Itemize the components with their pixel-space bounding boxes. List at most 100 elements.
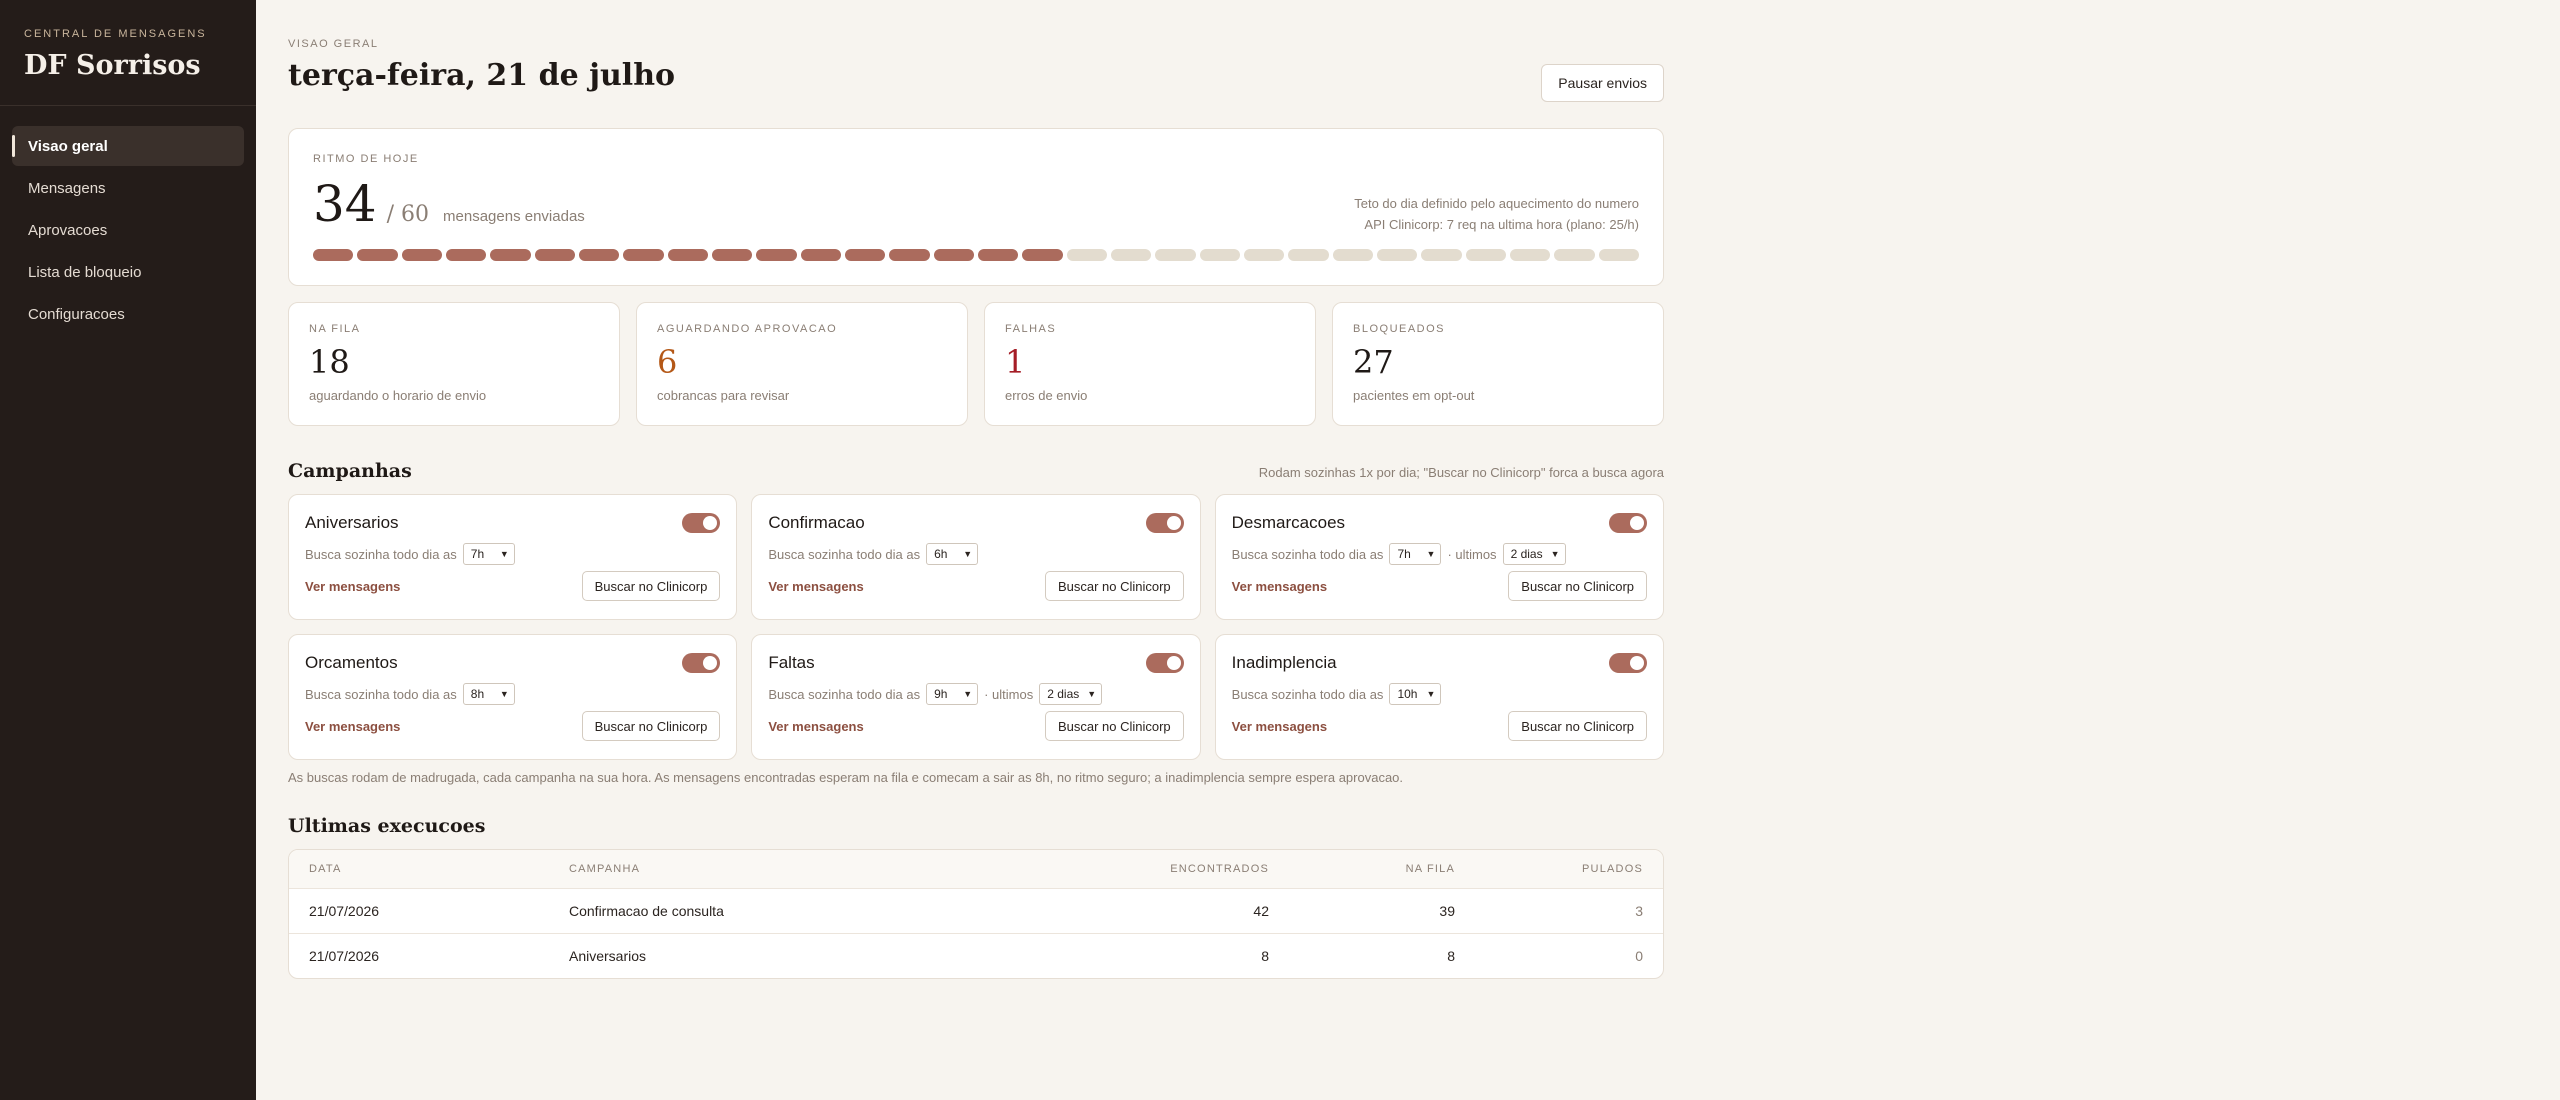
chevron-down-icon: ▼ [499, 549, 509, 559]
campaigns-footnote: As buscas rodam de madrugada, cada campa… [288, 770, 1404, 785]
fetch-clinicorp-button[interactable]: Buscar no Clinicorp [1508, 571, 1647, 601]
runs-title: Ultimas execucoes [288, 815, 486, 837]
campaign-enabled-toggle[interactable] [1145, 513, 1184, 533]
campaign-card-aniversarios: Aniversarios Busca sozinha todo dia as 7h ▼… [288, 494, 738, 620]
sidebar-item-aprovacoes[interactable]: Aprovacoes [12, 210, 244, 250]
stat-sub: pacientes em opt-out [1353, 388, 1475, 404]
cell-date: 21/07/2026 [309, 948, 380, 964]
column-header-queued: NA FILA [1405, 863, 1455, 875]
stat-card-blocked: BLOQUEADOS 27 pacientes em opt-out [1332, 302, 1664, 426]
pace-segment [623, 249, 664, 261]
campaign-actions: Ver mensagens Buscar no Clinicorp [305, 711, 721, 741]
campaign-schedule: Busca sozinha todo dia as 9h ▼ · ultimos 2 d… [768, 683, 1183, 705]
campaign-enabled-toggle[interactable] [1609, 513, 1647, 533]
schedule-label: Busca sozinha todo dia as [768, 686, 921, 702]
pace-segment [844, 249, 886, 261]
stat-sub: erros de envio [1005, 388, 1088, 404]
stat-label: NA FILA [309, 323, 361, 335]
campaign-enabled-toggle[interactable] [1609, 653, 1647, 673]
brand-kicker: CENTRAL DE MENSAGENS [24, 28, 207, 40]
campaign-actions: Ver mensagens Buscar no Clinicorp [305, 571, 721, 601]
fetch-clinicorp-button[interactable]: Buscar no Clinicorp [1508, 711, 1647, 741]
pace-segment [313, 249, 354, 261]
table-header: DATA CAMPANHA ENCONTRADOS NA FILA PULADO… [289, 850, 1663, 888]
pace-segment [401, 249, 442, 261]
fetch-clinicorp-button[interactable]: Buscar no Clinicorp [581, 571, 721, 601]
page-header: VISAO GERAL terça-feira, 21 de julho Pau… [288, 0, 1664, 128]
hour-select[interactable]: 7h ▼ [462, 543, 515, 565]
chevron-down-icon: ▼ [1087, 689, 1097, 699]
brand-block: CENTRAL DE MENSAGENS DF Sorrisos [0, 0, 256, 106]
pace-kicker: RITMO DE HOJE [313, 153, 419, 165]
pace-segment [711, 249, 753, 261]
days-select[interactable]: 2 dias ▼ [1039, 683, 1103, 705]
campaign-schedule: Busca sozinha todo dia as 6h ▼ [768, 543, 1183, 565]
stat-sub: aguardando o horario de envio [309, 388, 487, 404]
hour-select-value: 9h [934, 687, 948, 701]
stat-label: BLOQUEADOS [1353, 323, 1446, 335]
view-messages-link[interactable]: Ver mensagens [768, 579, 863, 594]
campaign-name: Aniversarios [305, 513, 399, 532]
campaign-card-inadimplencia: Inadimplencia Busca sozinha todo dia as 10… [1214, 634, 1664, 760]
pace-sent-count: 34 [313, 175, 377, 233]
view-messages-link[interactable]: Ver mensagens [1232, 719, 1327, 734]
view-messages-link[interactable]: Ver mensagens [768, 719, 863, 734]
view-messages-link[interactable]: Ver mensagens [305, 579, 400, 594]
pace-segment [800, 249, 841, 261]
view-messages-link[interactable]: Ver mensagens [1232, 579, 1327, 594]
days-select[interactable]: 2 dias ▼ [1502, 543, 1566, 565]
stat-card-failures: FALHAS 1 erros de envio [984, 302, 1316, 426]
hour-select-value: 8h [470, 687, 485, 701]
campaign-actions: Ver mensagens Buscar no Clinicorp [768, 711, 1184, 741]
sidebar-item-configuracoes[interactable]: Configuracoes [12, 294, 244, 334]
main-content: VISAO GERAL terça-feira, 21 de julho Pau… [288, 0, 1664, 979]
pace-segment [1288, 249, 1329, 261]
pace-segment [1066, 249, 1107, 261]
sidebar-item-mensagens[interactable]: Mensagens [12, 168, 244, 208]
pace-segment [756, 249, 797, 261]
pace-segment [1199, 249, 1240, 261]
hour-select[interactable]: 6h ▼ [926, 543, 979, 565]
cell-queued: 39 [1439, 903, 1455, 919]
campaign-card-orcamentos: Orcamentos Busca sozinha todo dia as 8h ▼ Ve… [288, 634, 738, 760]
stat-value: 6 [657, 343, 678, 381]
campaign-enabled-toggle[interactable] [682, 653, 721, 673]
pause-sending-button[interactable]: Pausar envios [1541, 64, 1664, 102]
pace-segment [1332, 249, 1373, 261]
table-row: 21/07/2026 Confirmacao de consulta 42 39… [289, 888, 1663, 933]
hour-select[interactable]: 8h ▼ [462, 683, 515, 705]
cell-queued: 8 [1447, 948, 1455, 964]
hour-select[interactable]: 7h ▼ [1389, 543, 1442, 565]
chevron-down-icon: ▼ [499, 689, 509, 699]
campaign-actions: Ver mensagens Buscar no Clinicorp [768, 571, 1184, 601]
pace-label: mensagens enviadas [443, 208, 585, 225]
fetch-clinicorp-button[interactable]: Buscar no Clinicorp [1044, 571, 1184, 601]
stats-row: NA FILA 18 aguardando o horario de envio… [288, 302, 1664, 426]
sidebar-item-visao-geral[interactable]: Visao geral [12, 126, 244, 166]
fetch-clinicorp-button[interactable]: Buscar no Clinicorp [581, 711, 721, 741]
fetch-clinicorp-button[interactable]: Buscar no Clinicorp [1044, 711, 1184, 741]
pace-segment [1554, 249, 1595, 261]
hour-select-value: 6h [934, 547, 948, 561]
hour-select[interactable]: 10h ▼ [1389, 683, 1442, 705]
campaign-enabled-toggle[interactable] [682, 513, 721, 533]
hour-select[interactable]: 9h ▼ [926, 683, 979, 705]
pace-segment [490, 249, 531, 261]
schedule-label: Busca sozinha todo dia as [305, 546, 457, 562]
cell-skipped: 0 [1635, 948, 1643, 964]
sidebar-item-lista-de-bloqueio[interactable]: Lista de bloqueio [12, 252, 244, 292]
days-select-value: 2 dias [1510, 547, 1543, 561]
campaign-schedule: Busca sozinha todo dia as 7h ▼ [305, 543, 720, 565]
stat-label: AGUARDANDO APROVACAO [657, 323, 838, 335]
last-days-label: · ultimos [1447, 546, 1497, 562]
sidebar-nav: Visao geral Mensagens Aprovacoes Lista d… [0, 106, 256, 334]
pace-max-count: / 60 [386, 202, 430, 227]
page-title: terça-feira, 21 de julho [288, 58, 676, 93]
view-messages-link[interactable]: Ver mensagens [305, 719, 400, 734]
pace-segment [1376, 249, 1418, 261]
cell-date: 21/07/2026 [309, 903, 380, 919]
campaign-name: Inadimplencia [1231, 653, 1337, 672]
cell-found: 8 [1261, 948, 1269, 964]
pace-segment [578, 249, 620, 261]
campaign-enabled-toggle[interactable] [1145, 653, 1184, 673]
